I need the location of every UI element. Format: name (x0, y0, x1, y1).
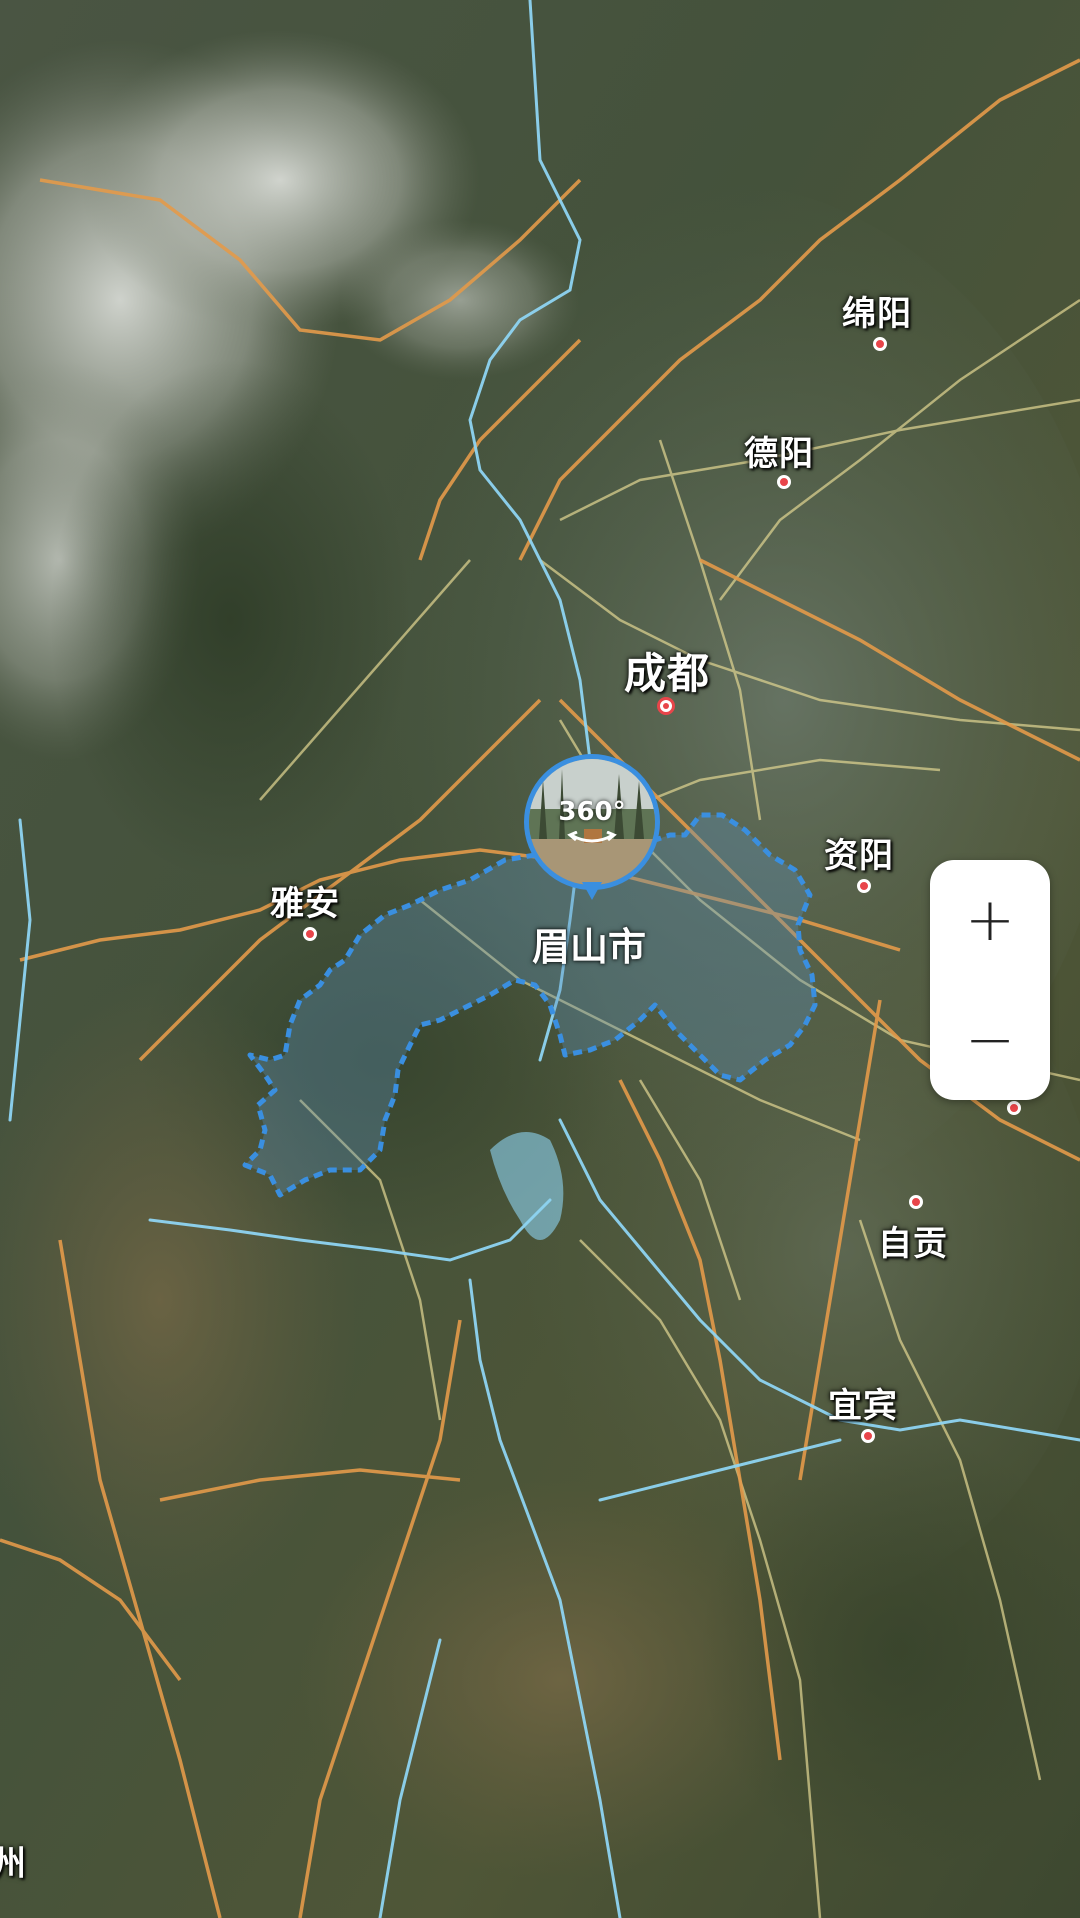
city-label-yibin[interactable]: 宜宾 (828, 1378, 898, 1427)
city-dot-zigong[interactable] (909, 1195, 923, 1209)
marker-pointer (582, 882, 602, 900)
city-label-deyang[interactable]: 德阳 (744, 426, 814, 475)
city-label-ziyang[interactable]: 资阳 (824, 828, 894, 877)
city-dot-ziyang[interactable] (857, 879, 871, 893)
city-label-mianyang[interactable]: 绵阳 (842, 286, 912, 335)
rotate-arrow-icon (567, 831, 617, 843)
zoom-control: + − (930, 860, 1050, 1100)
city-dot-deyang[interactable] (777, 475, 791, 489)
zoom-out-button[interactable]: − (930, 980, 1050, 1100)
city-dot-mianyang[interactable] (873, 337, 887, 351)
city-label-yaan[interactable]: 雅安 (270, 876, 340, 925)
panorama-360-badge: 360° (558, 797, 626, 827)
city-dot-chengdu[interactable] (657, 697, 675, 715)
city-dot-neijiang[interactable] (1007, 1101, 1021, 1115)
city-dot-yibin[interactable] (861, 1429, 875, 1443)
city-label-zigong[interactable]: 自贡 (878, 1216, 948, 1265)
panorama-thumbnail[interactable]: 360° (524, 754, 660, 890)
edge-label-left: 州 (0, 1844, 27, 1884)
region-label-meishan[interactable]: 眉山市 (532, 916, 646, 971)
panorama-360-marker[interactable]: 360° (524, 754, 660, 904)
city-label-chengdu[interactable]: 成都 (624, 640, 710, 701)
city-dot-yaan[interactable] (303, 927, 317, 941)
zoom-in-button[interactable]: + (930, 860, 1050, 980)
